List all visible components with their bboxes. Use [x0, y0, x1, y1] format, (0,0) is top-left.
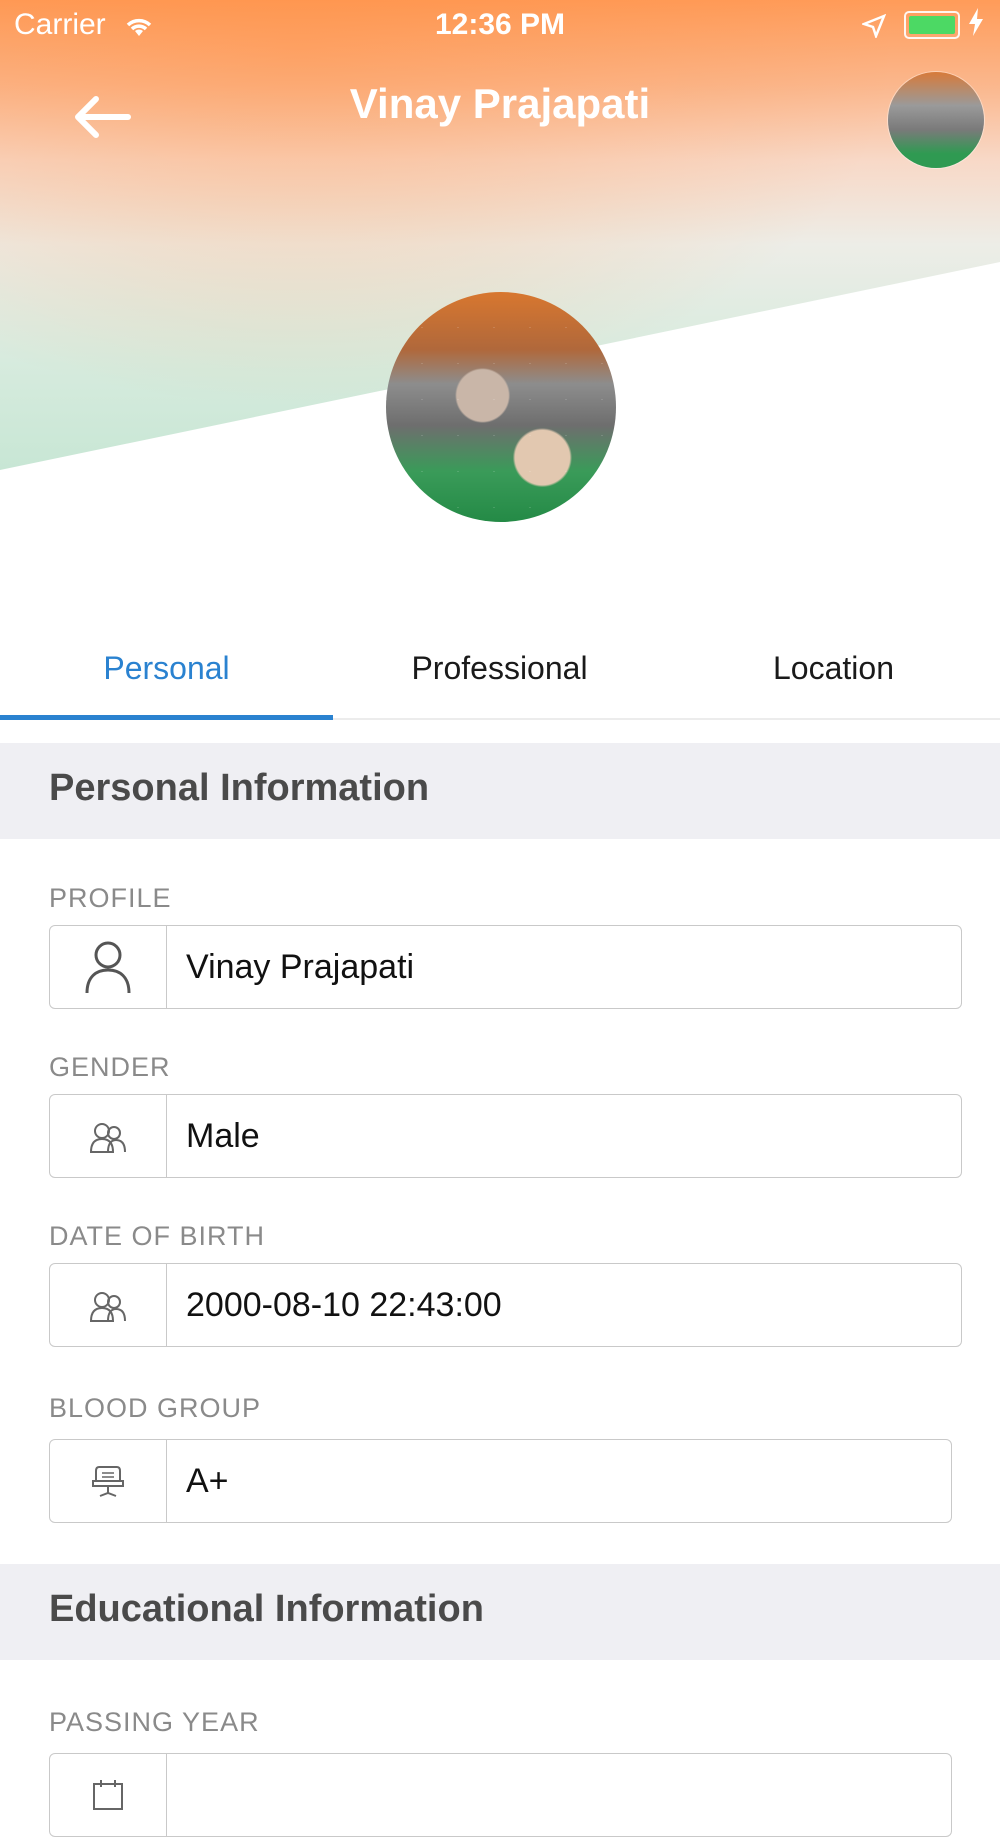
- status-bar: Carrier 12:36 PM: [0, 0, 1000, 50]
- gender-label: GENDER: [49, 1052, 171, 1082]
- dob-value: 2000-08-10 22:43:00: [186, 1285, 502, 1324]
- profile-label: PROFILE: [49, 883, 172, 913]
- page-title: Vinay Prajapati: [349, 80, 651, 127]
- battery-icon: [904, 11, 960, 39]
- dob-field[interactable]: 2000-08-10 22:43:00: [49, 1263, 962, 1347]
- chair-icon: [92, 1466, 124, 1497]
- profile-photo[interactable]: [386, 292, 616, 522]
- section-header-educational: Educational Information: [0, 1564, 1000, 1660]
- gender-icon: [89, 1123, 126, 1153]
- icon-cell: [50, 1264, 167, 1346]
- blood-group-label: BLOOD GROUP: [49, 1393, 262, 1423]
- icon-cell: [50, 1095, 167, 1177]
- gender-field[interactable]: Male: [49, 1094, 962, 1178]
- tab-bar: Personal Professional Location: [0, 630, 1000, 720]
- location-arrow-icon: [860, 12, 887, 46]
- calendar-icon: [93, 1780, 123, 1810]
- icon-cell: [50, 1440, 167, 1522]
- section-header-personal: Personal Information: [0, 743, 1000, 839]
- status-time: 12:36 PM: [434, 8, 566, 41]
- user-icon: [85, 941, 131, 994]
- tab-personal[interactable]: Personal: [0, 630, 333, 720]
- passing-year-label: PASSING YEAR: [49, 1707, 260, 1737]
- gender-icon: [89, 1292, 126, 1322]
- section-title: Educational Information: [49, 1588, 484, 1630]
- profile-field[interactable]: Vinay Prajapati: [49, 925, 962, 1009]
- passing-year-field[interactable]: [49, 1753, 952, 1837]
- blood-group-field[interactable]: A+: [49, 1439, 952, 1523]
- charging-icon: [968, 8, 984, 43]
- icon-cell: [50, 1754, 167, 1836]
- gender-value: Male: [186, 1116, 260, 1155]
- tab-professional[interactable]: Professional: [333, 630, 666, 718]
- tab-location[interactable]: Location: [667, 630, 1000, 718]
- dob-label: DATE OF BIRTH: [49, 1221, 266, 1251]
- profile-value: Vinay Prajapati: [186, 947, 415, 986]
- icon-cell: [50, 926, 167, 1008]
- section-title: Personal Information: [49, 767, 430, 809]
- avatar[interactable]: [888, 72, 984, 168]
- blood-group-value: A+: [186, 1461, 229, 1500]
